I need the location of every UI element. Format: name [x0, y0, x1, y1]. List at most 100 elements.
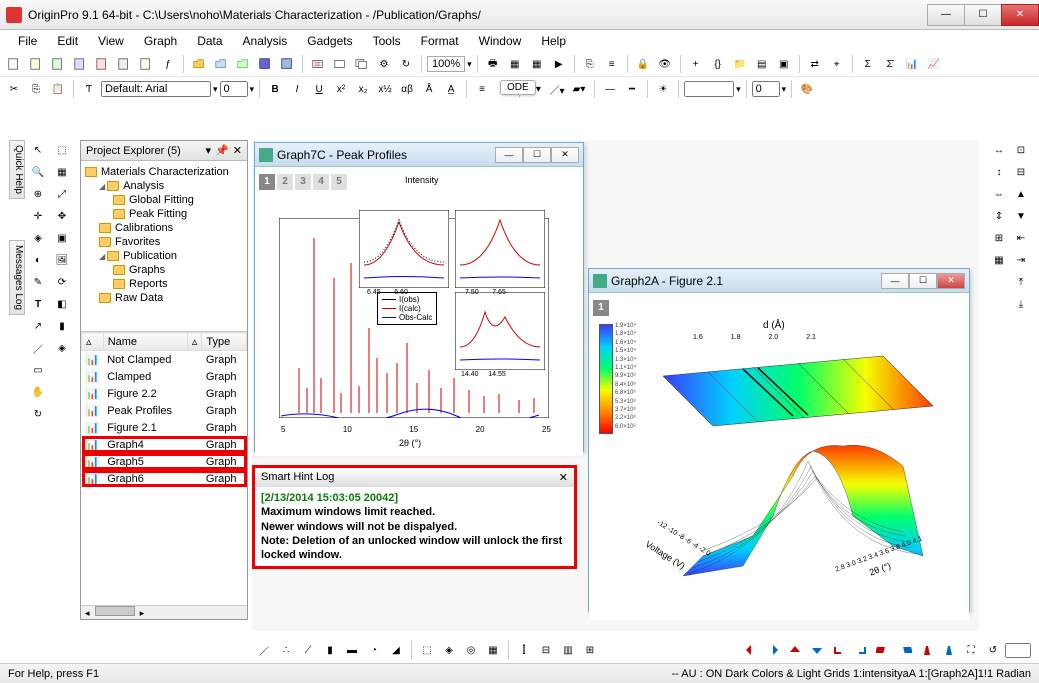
rot-step[interactable] — [1005, 643, 1031, 658]
3dtool-icon[interactable]: ◈ — [52, 338, 72, 358]
rot-ccw-icon[interactable] — [829, 640, 849, 660]
ode-tag[interactable]: ODE — [500, 80, 536, 95]
arrow-icon[interactable]: ↗ — [28, 316, 48, 336]
child-close-button[interactable]: ✕ — [551, 147, 579, 163]
zoom-combo[interactable]: 100% — [427, 56, 465, 72]
quick-help-tab[interactable]: Quick Help — [9, 140, 25, 199]
window-maximize-button[interactable]: ☐ — [964, 4, 1002, 26]
image-plot-icon[interactable]: ▦ — [483, 640, 503, 660]
color-scale-icon[interactable]: ▮ — [52, 316, 72, 336]
tilt-left-icon[interactable] — [873, 640, 893, 660]
group-icon[interactable]: ⊡ — [1011, 140, 1031, 160]
window-minimize-button[interactable]: — — [927, 4, 965, 26]
paste-icon[interactable]: 📋 — [48, 79, 68, 99]
pe-pin-icon[interactable]: 📌 — [215, 144, 229, 157]
ungroup-icon[interactable]: ⊟ — [1011, 162, 1031, 182]
pe-folder[interactable]: Reports — [85, 277, 243, 291]
menu-tools[interactable]: Tools — [365, 32, 409, 50]
rot-down-blue-icon[interactable] — [807, 640, 827, 660]
import-ascii-icon[interactable] — [330, 54, 350, 74]
num-combo[interactable] — [752, 81, 780, 97]
layer-tab-1[interactable]: 1 — [593, 300, 609, 316]
front-icon[interactable]: ▲ — [1011, 184, 1031, 204]
line-solid-icon[interactable]: — — [600, 79, 620, 99]
roi-icon[interactable]: ▦ — [52, 162, 72, 182]
refresh-icon[interactable]: ≡ — [602, 54, 622, 74]
text-tool-icon[interactable]: Ƭ — [79, 79, 99, 99]
hand-icon[interactable]: ✋ — [28, 382, 48, 402]
rescale-icon[interactable]: ⟳ — [52, 272, 72, 292]
menu-edit[interactable]: Edit — [49, 32, 86, 50]
import-multi-icon[interactable] — [352, 54, 372, 74]
region-icon[interactable]: ⬚ — [52, 140, 72, 160]
new-project-icon[interactable] — [4, 54, 24, 74]
pe-dropdown-icon[interactable]: ▾ — [206, 144, 212, 157]
snap-icon[interactable]: ⊞ — [989, 228, 1009, 248]
line-width-icon[interactable]: ━ — [622, 79, 642, 99]
save-template-icon[interactable] — [277, 54, 297, 74]
menu-graph[interactable]: Graph — [136, 32, 185, 50]
pe-folder[interactable]: ◢Publication — [85, 249, 243, 263]
col-name[interactable]: Name — [103, 333, 187, 351]
italic-icon[interactable]: I — [287, 79, 307, 99]
fit-frame-icon[interactable]: ⛶ — [961, 640, 981, 660]
copy-icon[interactable]: ⎘ — [26, 79, 46, 99]
rot-left-icon[interactable] — [741, 640, 761, 660]
pe-item[interactable]: 📊ClampedGraph — [82, 368, 247, 385]
child-minimize-button[interactable]: — — [495, 147, 523, 163]
menu-view[interactable]: View — [90, 32, 132, 50]
new-workbook-icon[interactable] — [26, 54, 46, 74]
insert-graph-icon[interactable]: ▣ — [52, 228, 72, 248]
scale-icon[interactable]: ⤢ — [52, 184, 72, 204]
zoom-in-icon[interactable]: 🔍 — [28, 162, 48, 182]
menu-help[interactable]: Help — [533, 32, 574, 50]
persp-dec-icon[interactable] — [939, 640, 959, 660]
line-symbol-icon[interactable]: ⟋ — [298, 640, 318, 660]
print-icon[interactable]: 🖶 — [483, 54, 503, 74]
graph7c-window[interactable]: Graph7C - Peak Profiles — ☐ ✕ 12345 Inte… — [254, 142, 584, 452]
dist-h-icon[interactable]: ⇔ — [989, 184, 1009, 204]
linecolor-icon[interactable]: ／▾ — [547, 79, 567, 99]
pe-item[interactable]: 📊Figure 2.1Graph — [82, 419, 247, 436]
grid-icon[interactable]: ▦ — [989, 250, 1009, 270]
code-builder-icon[interactable]: {} — [708, 54, 728, 74]
scatter-plot-icon[interactable]: ∴ — [276, 640, 296, 660]
col-sort-icon[interactable]: ▵ — [82, 333, 104, 351]
reset-rot-icon[interactable]: ↺ — [983, 640, 1003, 660]
col-sort-icon2[interactable]: ▵ — [187, 333, 202, 351]
command-window-icon[interactable]: ▣ — [774, 54, 794, 74]
new-excel-icon[interactable] — [48, 54, 68, 74]
fontsize-combo[interactable] — [220, 81, 248, 97]
bold-icon[interactable]: B — [265, 79, 285, 99]
reader-tool-icon[interactable]: ⊕ — [28, 184, 48, 204]
child-maximize-button[interactable]: ☐ — [523, 147, 551, 163]
pe-hscroll[interactable]: ◂ ▸ — [81, 605, 247, 619]
sub-icon[interactable]: x₂ — [353, 79, 373, 99]
contour-icon[interactable]: ◎ — [461, 640, 481, 660]
stock-icon[interactable]: ⫿ — [514, 640, 534, 660]
column-plot-icon[interactable]: ▮ — [320, 640, 340, 660]
peak-profiles-plot[interactable]: I(obs) I(calc) Obs-Calc 6.45 6.60 7.50 7… — [259, 192, 569, 452]
col-type[interactable]: Type — [202, 333, 247, 351]
open-icon[interactable] — [189, 54, 209, 74]
align-right-icon[interactable]: ⇥ — [1011, 250, 1031, 270]
object-edit-icon[interactable]: ◧ — [52, 294, 72, 314]
plot2-icon[interactable]: 📈 — [924, 54, 944, 74]
draw-data-icon[interactable]: ✎ — [28, 272, 48, 292]
back-icon[interactable]: ▼ — [1011, 206, 1031, 226]
underline-icon[interactable]: U — [309, 79, 329, 99]
menu-gadgets[interactable]: Gadgets — [299, 32, 360, 50]
lighting-icon[interactable]: ☀ — [653, 79, 673, 99]
pe-item[interactable]: 📊Not ClampedGraph — [82, 351, 247, 369]
project-explorer-icon[interactable]: 📁 — [730, 54, 750, 74]
plot-icon[interactable]: 📊 — [902, 54, 922, 74]
pe-item[interactable]: 📊Peak ProfilesGraph — [82, 402, 247, 419]
pe-folder[interactable]: Calibrations — [85, 221, 243, 235]
align-top-icon[interactable]: ⤒ — [1011, 272, 1031, 292]
pe-folder[interactable]: Peak Fitting — [85, 207, 243, 221]
mask-icon[interactable]: ◐ — [28, 250, 48, 270]
menu-file[interactable]: File — [10, 32, 45, 50]
new-layout-icon[interactable] — [114, 54, 134, 74]
lock-icon[interactable]: 🔒 — [633, 54, 653, 74]
video-icon[interactable]: ▶ — [549, 54, 569, 74]
